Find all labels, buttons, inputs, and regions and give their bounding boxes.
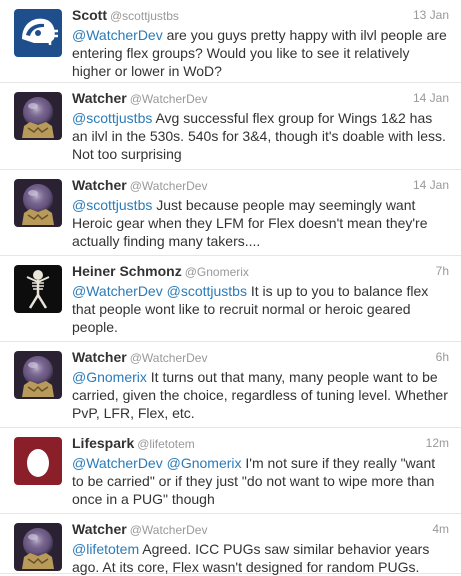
tweet-header: Lifespark @lifetotem 12m [72, 434, 449, 452]
tweet[interactable]: Watcher @WatcherDev 14 Jan @scottjustbs Avg… [0, 83, 461, 170]
username[interactable]: @lifetotem [137, 437, 195, 451]
mention-link[interactable]: @scottjustbs [72, 110, 152, 126]
tweet-header: Watcher @WatcherDev 14 Jan [72, 176, 449, 194]
timestamp[interactable]: 4m [432, 520, 449, 538]
tweet-header: Heiner Schmonz @Gnomerix 7h [72, 262, 449, 280]
mention-link[interactable]: @scottjustbs [72, 197, 152, 213]
mention-link[interactable]: @Gnomerix [72, 369, 147, 385]
tweet-timeline: Scott @scottjustbs 13 Jan @WatcherDev are y… [0, 0, 461, 576]
username[interactable]: @WatcherDev [130, 179, 208, 193]
fullname[interactable]: Watcher [72, 90, 127, 106]
tweet-text: @Gnomerix It turns out that many, many p… [72, 368, 449, 422]
fullname[interactable]: Scott [72, 7, 107, 23]
timestamp[interactable]: 6h [436, 348, 449, 366]
username[interactable]: @Gnomerix [185, 265, 249, 279]
crystal-orb-icon [14, 179, 62, 227]
mention-link[interactable]: @lifetotem [72, 541, 139, 557]
mention-link[interactable]: @WatcherDev [72, 283, 163, 299]
tweet[interactable]: Watcher @WatcherDev 14 Jan @scottjustbs Jus… [0, 170, 461, 256]
fullname[interactable]: Lifespark [72, 435, 134, 451]
tweet-content: Watcher @WatcherDev 14 Jan @scottjustbs Avg… [72, 89, 449, 163]
tweet-text: @WatcherDev are you guys pretty happy wi… [72, 26, 449, 80]
tweet-content: Watcher @WatcherDev 14 Jan @scottjustbs Jus… [72, 176, 449, 250]
tweet-content: Watcher @WatcherDev 6h @Gnomerix It turns o… [72, 348, 449, 422]
username[interactable]: @scottjustbs [110, 9, 179, 23]
fullname[interactable]: Heiner Schmonz [72, 263, 182, 279]
mention-link[interactable]: @Gnomerix [167, 455, 242, 471]
tweet-header: Watcher @WatcherDev 14 Jan [72, 89, 449, 107]
avatar[interactable] [14, 179, 62, 227]
fullname[interactable]: Watcher [72, 521, 127, 537]
tweet[interactable]: Watcher @WatcherDev 6h @Gnomerix It turns o… [0, 342, 461, 428]
avatar[interactable] [14, 92, 62, 140]
timestamp[interactable]: 13 Jan [413, 6, 449, 24]
timestamp[interactable]: 14 Jan [413, 176, 449, 194]
fullname[interactable]: Watcher [72, 177, 127, 193]
skeleton-icon [14, 265, 62, 313]
tweet-header: Scott @scottjustbs 13 Jan [72, 6, 449, 24]
crystal-orb-icon [14, 92, 62, 140]
timestamp[interactable]: 12m [426, 434, 449, 452]
egg-icon [14, 437, 62, 485]
mention-link[interactable]: @scottjustbs [167, 283, 247, 299]
tweet[interactable]: Lifespark @lifetotem 12m @WatcherDev @Gnome… [0, 428, 461, 514]
fullname[interactable]: Watcher [72, 349, 127, 365]
avatar[interactable] [14, 523, 62, 571]
username[interactable]: @WatcherDev [130, 92, 208, 106]
tweet-header: Watcher @WatcherDev 4m [72, 520, 449, 538]
avatar[interactable] [14, 265, 62, 313]
tweet-text: @scottjustbs Just because people may see… [72, 196, 449, 250]
avatar[interactable] [14, 9, 62, 57]
avatar[interactable] [14, 351, 62, 399]
username[interactable]: @WatcherDev [130, 351, 208, 365]
tweet-text: @WatcherDev @Gnomerix I'm not sure if th… [72, 454, 449, 508]
crystal-orb-icon [14, 523, 62, 571]
tweet-text: @scottjustbs Avg successful flex group f… [72, 109, 449, 163]
mention-link[interactable]: @WatcherDev [72, 27, 163, 43]
tweet-content: Lifespark @lifetotem 12m @WatcherDev @Gnome… [72, 434, 449, 508]
tweet[interactable]: Scott @scottjustbs 13 Jan @WatcherDev are y… [0, 0, 461, 83]
tweet-content: Scott @scottjustbs 13 Jan @WatcherDev are y… [72, 6, 449, 80]
tweet-content: Heiner Schmonz @Gnomerix 7h @WatcherDev @sc… [72, 262, 449, 336]
username[interactable]: @WatcherDev [130, 523, 208, 537]
tweet-header: Watcher @WatcherDev 6h [72, 348, 449, 366]
timestamp[interactable]: 14 Jan [413, 89, 449, 107]
helmet-logo-icon [14, 9, 62, 57]
tweet-text: @WatcherDev @scottjustbs It is up to you… [72, 282, 449, 336]
tweet[interactable]: Heiner Schmonz @Gnomerix 7h @WatcherDev @sc… [0, 256, 461, 342]
crystal-orb-icon [14, 351, 62, 399]
tweet[interactable]: Watcher @WatcherDev 4m @lifetotem Agreed. I… [0, 514, 461, 576]
timestamp[interactable]: 7h [436, 262, 449, 280]
tweet-content: Watcher @WatcherDev 4m @lifetotem Agreed. I… [72, 520, 449, 576]
tweet-text: @lifetotem Agreed. ICC PUGs saw similar … [72, 540, 449, 576]
mention-link[interactable]: @WatcherDev [72, 455, 163, 471]
avatar[interactable] [14, 437, 62, 485]
